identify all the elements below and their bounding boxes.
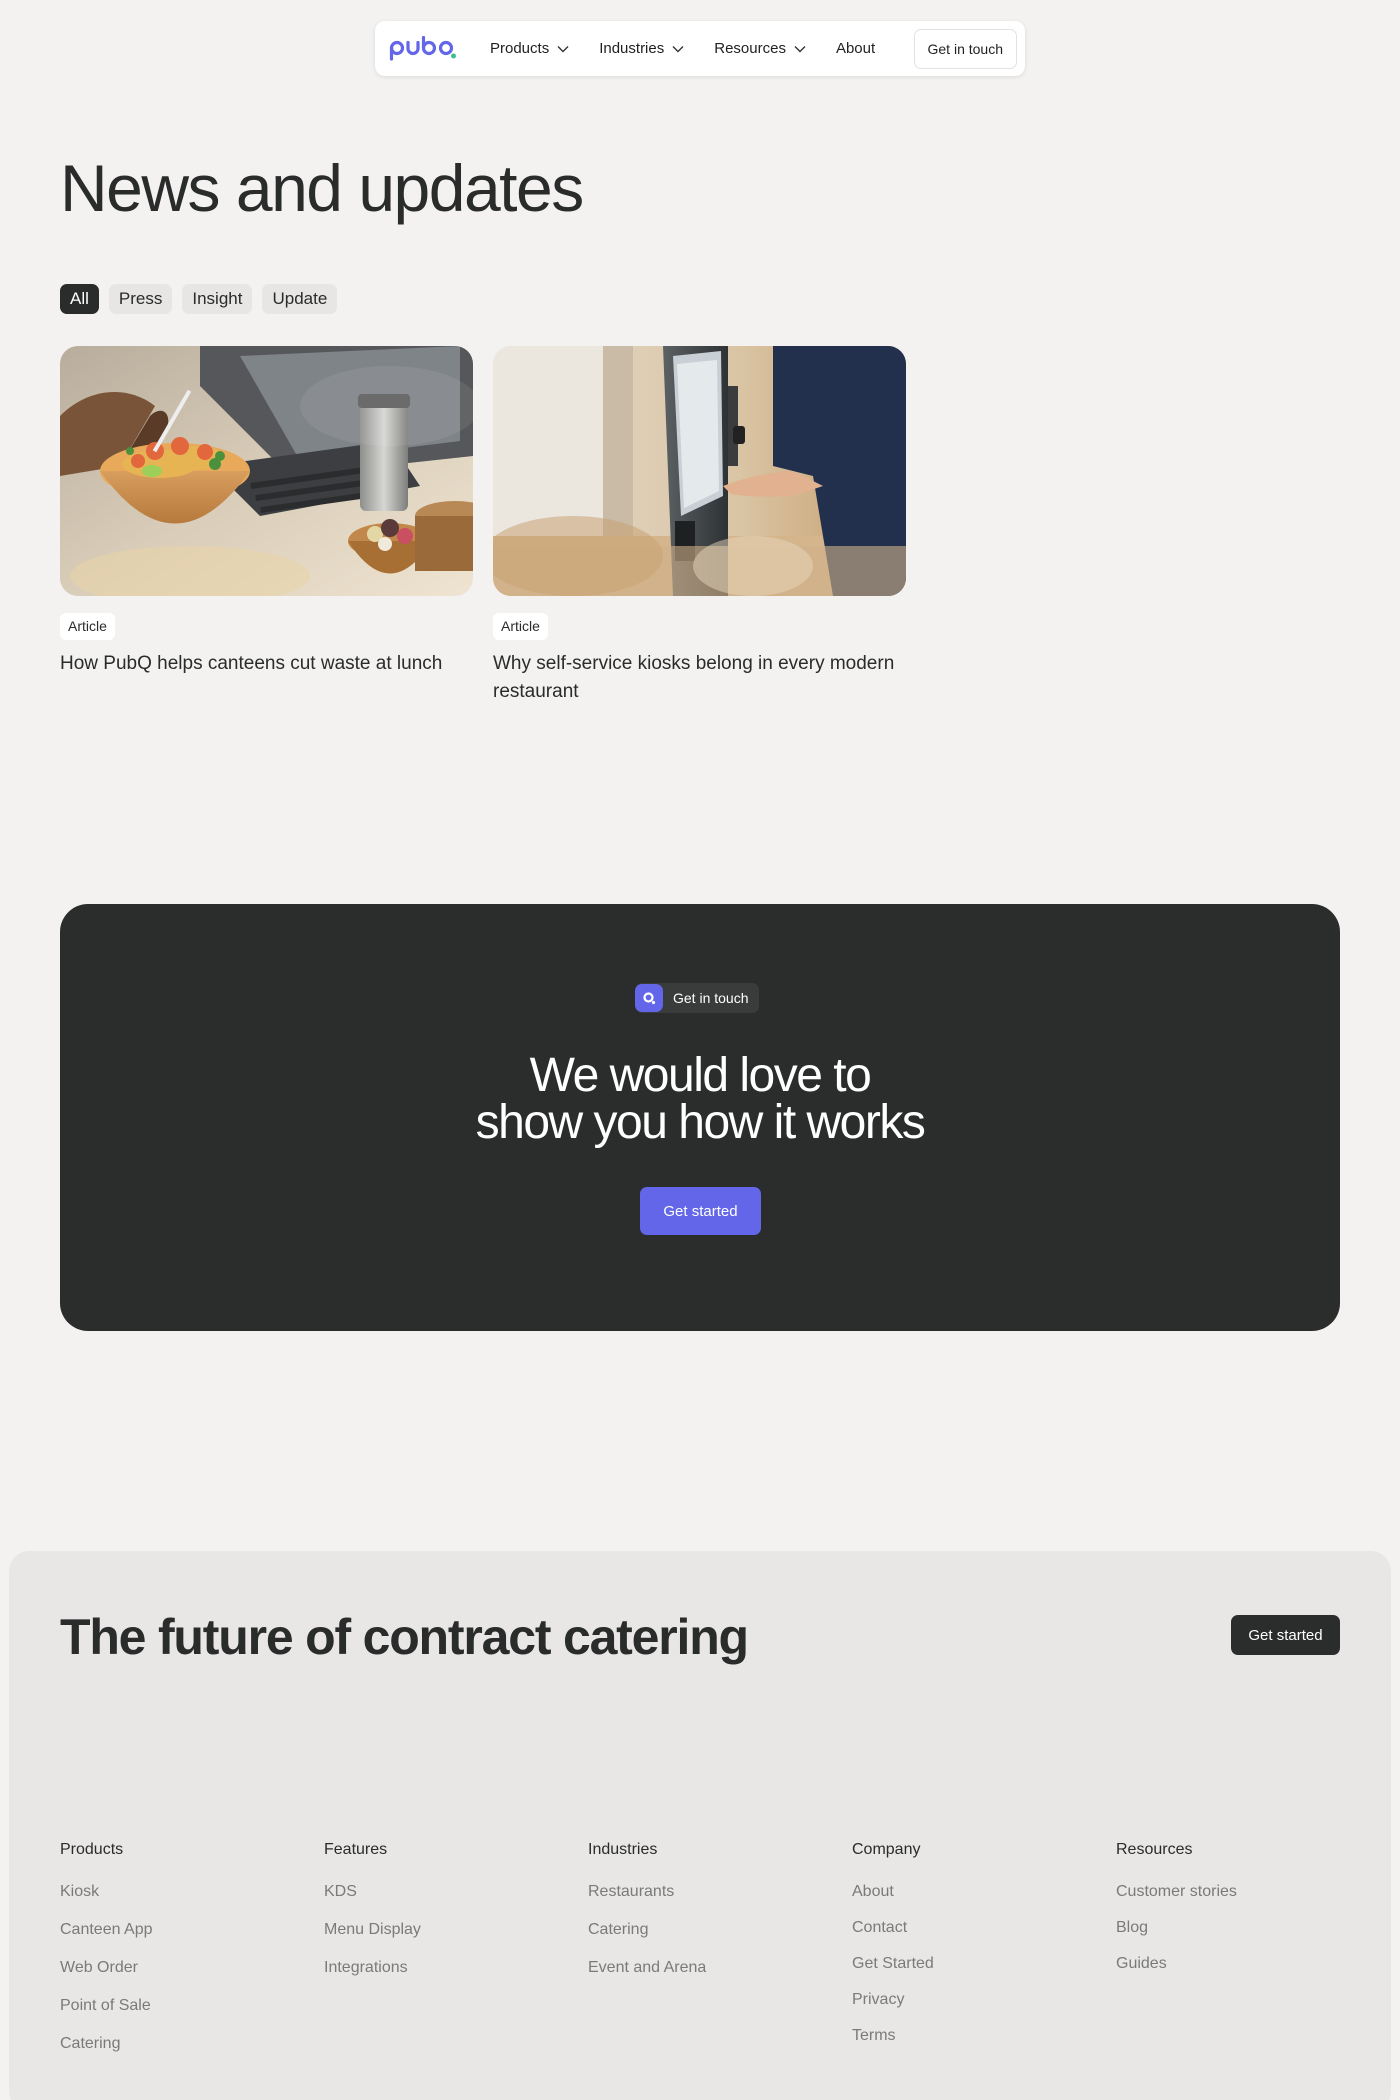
footer-link[interactable]: Contact [852,1916,1092,1939]
footer-heading: Company [852,1841,921,1858]
footer-link[interactable]: Kiosk [60,1880,300,1903]
footer-link[interactable]: Blog [1116,1916,1356,1939]
footer-link[interactable]: About [852,1880,1092,1903]
article-tag: Article [60,613,115,640]
footer-heading: Features [324,1841,388,1858]
footer-link[interactable]: Get Started [852,1952,1092,1975]
cta-heading-line-1: We would love to [529,1049,872,1102]
cta-heading-line-2: show you how it works [475,1096,926,1149]
badge-label: Get in touch [673,990,749,1006]
nav-industries-label: Industries [599,40,665,57]
filter-all[interactable]: All [60,284,99,314]
get-started-button[interactable]: Get started [640,1187,761,1235]
footer-link[interactable]: KDS [324,1880,564,1903]
nav-resources-label: Resources [714,40,786,57]
get-in-touch-button[interactable]: Get in touch [913,28,1017,69]
article-title[interactable]: How PubQ helps canteens cut waste at lun… [60,650,473,678]
footer-column-products: Products Kiosk Canteen App Web Order Poi… [60,1841,300,2070]
footer-link[interactable]: Integrations [324,1956,564,1979]
footer-link[interactable]: Guides [1116,1952,1356,1975]
chevron-down-icon [794,45,806,52]
cta-heading: We would love to show you how it works [60,1049,1340,1149]
footer-heading: Products [60,1841,124,1858]
nav-resources[interactable]: Resources [714,40,806,57]
footer-link[interactable]: Web Order [60,1956,300,1979]
footer-link[interactable]: Privacy [852,1988,1092,2011]
category-filters: All Press Insight Update [60,284,338,314]
footer-link[interactable]: Catering [60,2032,300,2055]
footer-column-resources: Resources Customer stories Blog Guides [1116,1841,1356,1988]
footer: The future of contract catering Get star… [9,1551,1391,2100]
article-card[interactable]: Article How PubQ helps canteens cut wast… [60,346,473,678]
page-title: News and updates [60,151,584,225]
chevron-down-icon [557,45,569,52]
footer-link[interactable]: Menu Display [324,1918,564,1941]
article-tag: Article [493,613,548,640]
footer-link[interactable]: Catering [588,1918,828,1941]
filter-press[interactable]: Press [108,284,173,314]
footer-title: The future of contract catering [60,1609,749,1665]
footer-link[interactable]: Restaurants [588,1880,828,1903]
nav-products[interactable]: Products [490,40,569,57]
footer-column-industries: Industries Restaurants Catering Event an… [588,1841,828,1994]
filter-insight[interactable]: Insight [182,284,253,314]
nav-industries[interactable]: Industries [599,40,684,57]
footer-link[interactable]: Event and Arena [588,1956,828,1979]
footer-link[interactable]: Terms [852,2024,1092,2047]
footer-heading: Resources [1116,1841,1193,1858]
footer-column-company: Company About Contact Get Started Privac… [852,1841,1092,2060]
article-card[interactable]: Article Why self-service kiosks belong i… [493,346,906,706]
chevron-down-icon [672,45,684,52]
contact-cta-section: Get in touch We would love to show you h… [60,904,1340,1331]
nav-products-label: Products [490,40,550,57]
pubq-q-icon [635,984,663,1012]
footer-link[interactable]: Point of Sale [60,1994,300,2017]
article-title[interactable]: Why self-service kiosks belong in every … [493,650,906,706]
pubq-logo[interactable] [389,35,457,62]
footer-heading: Industries [588,1841,658,1858]
footer-link[interactable]: Customer stories [1116,1880,1356,1903]
nav-about[interactable]: About [836,40,875,57]
kiosk-photo [493,346,906,596]
footer-link[interactable]: Canteen App [60,1918,300,1941]
footer-get-started-button[interactable]: Get started [1231,1615,1340,1655]
top-navigation: Products Industries Resources About Get … [375,21,1025,76]
footer-column-features: Features KDS Menu Display Integrations [324,1841,564,1994]
filter-update[interactable]: Update [262,284,338,314]
food-bowl-photo [60,346,473,596]
get-in-touch-badge: Get in touch [635,983,759,1013]
